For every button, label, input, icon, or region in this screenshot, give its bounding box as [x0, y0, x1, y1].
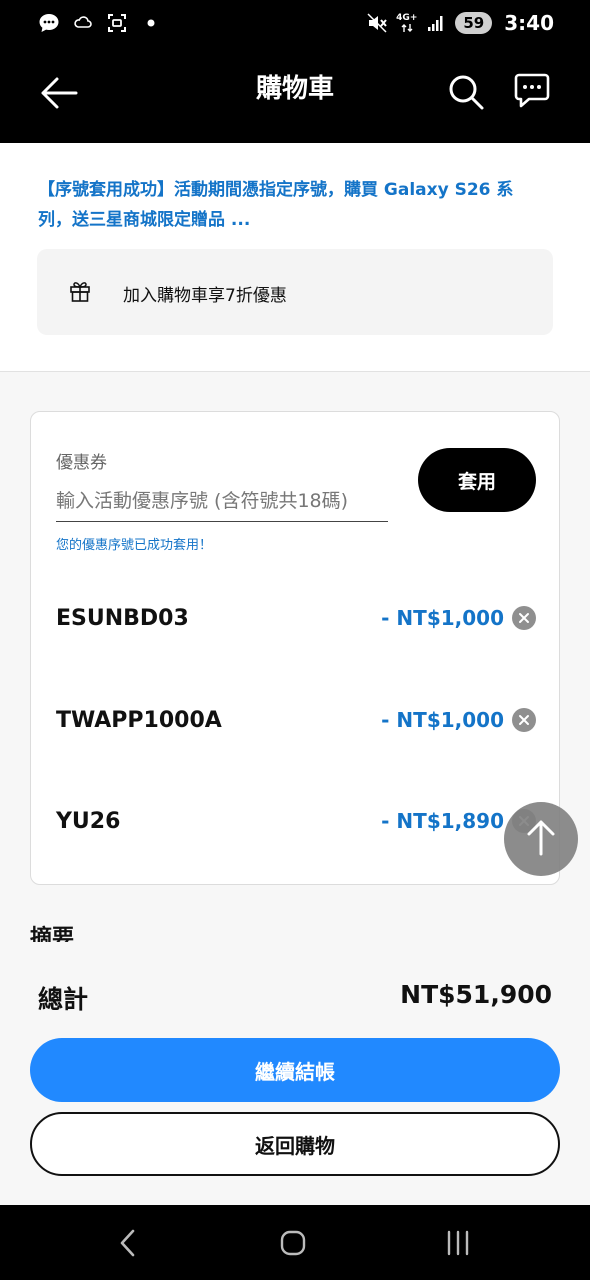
signal-icon: [425, 12, 447, 34]
cloud-sync-icon: [72, 12, 94, 34]
battery-level: 59: [455, 12, 493, 34]
chat-icon[interactable]: [512, 70, 552, 110]
promo-section: 【序號套用成功】活動期間憑指定序號，購買 Galaxy S26 系列，送三星商城…: [0, 143, 590, 372]
gift-banner: 加入購物車享7折優惠: [37, 249, 553, 335]
search-icon[interactable]: [446, 72, 486, 112]
screenshot-icon: [106, 12, 128, 34]
coupon-discount: - NT$1,000: [381, 708, 504, 732]
coupon-success-message: 您的優惠序號已成功套用！: [56, 538, 213, 553]
back-arrow-icon[interactable]: [38, 72, 80, 114]
data-arrows-icon: [401, 23, 413, 32]
coupon-code: ESUNBD03: [56, 605, 189, 631]
coupon-code: TWAPP1000A: [56, 707, 222, 733]
coupon-discount: - NT$1,000: [381, 606, 504, 630]
gift-icon: [69, 279, 91, 303]
coupon-card: 優惠券 套用 您的優惠序號已成功套用！ ESUNBD03 - NT$1,000 …: [30, 411, 560, 885]
nav-home-icon[interactable]: [273, 1225, 313, 1261]
scroll-to-top-button[interactable]: [504, 802, 578, 876]
total-label: 總計: [38, 985, 89, 1014]
apply-coupon-button[interactable]: 套用: [418, 448, 536, 512]
total-value: NT$51,900: [400, 980, 552, 1009]
remove-coupon-icon[interactable]: [512, 606, 536, 630]
back-to-shopping-button[interactable]: 返回購物: [30, 1112, 560, 1176]
page-title: 購物車: [255, 74, 334, 104]
clock: 3:40: [504, 11, 554, 35]
app-header: 購物車: [0, 46, 590, 143]
nav-back-icon[interactable]: [108, 1225, 148, 1261]
network-label: 4G+: [396, 12, 418, 23]
coupon-label: 優惠券: [56, 453, 107, 473]
system-nav-bar: [0, 1205, 590, 1280]
promo-link[interactable]: 【序號套用成功】活動期間憑指定序號，購買 Galaxy S26 系列，送三星商城…: [38, 175, 538, 235]
checkout-panel: 總計 NT$51,900 繼續結帳 返回購物: [0, 942, 590, 1205]
nav-recents-icon[interactable]: [438, 1225, 478, 1261]
network-type: 4G+: [396, 12, 418, 33]
status-bar: 4G+ 59 3:40: [0, 0, 590, 46]
remove-coupon-icon[interactable]: [512, 708, 536, 732]
checkout-button[interactable]: 繼續結帳: [30, 1038, 560, 1102]
cart-screen: 4G+ 59 3:40 購物車 【序號套用成功】活動期間憑指定序號，購買 Gal…: [0, 0, 590, 1280]
gift-text: 加入購物車享7折優惠: [123, 286, 287, 306]
coupon-discount: - NT$1,890: [381, 809, 504, 833]
coupon-item: ESUNBD03 - NT$1,000: [56, 598, 536, 638]
notification-dot-icon: [140, 12, 162, 34]
summary-title: 摘要: [30, 926, 75, 942]
coupon-input[interactable]: [56, 480, 388, 522]
coupon-code: YU26: [56, 808, 121, 834]
message-icon: [38, 12, 60, 34]
mute-icon: [366, 12, 388, 34]
coupon-item: YU26 - NT$1,890: [56, 801, 536, 841]
arrow-up-icon: [526, 818, 556, 860]
coupon-item: TWAPP1000A - NT$1,000: [56, 700, 536, 740]
